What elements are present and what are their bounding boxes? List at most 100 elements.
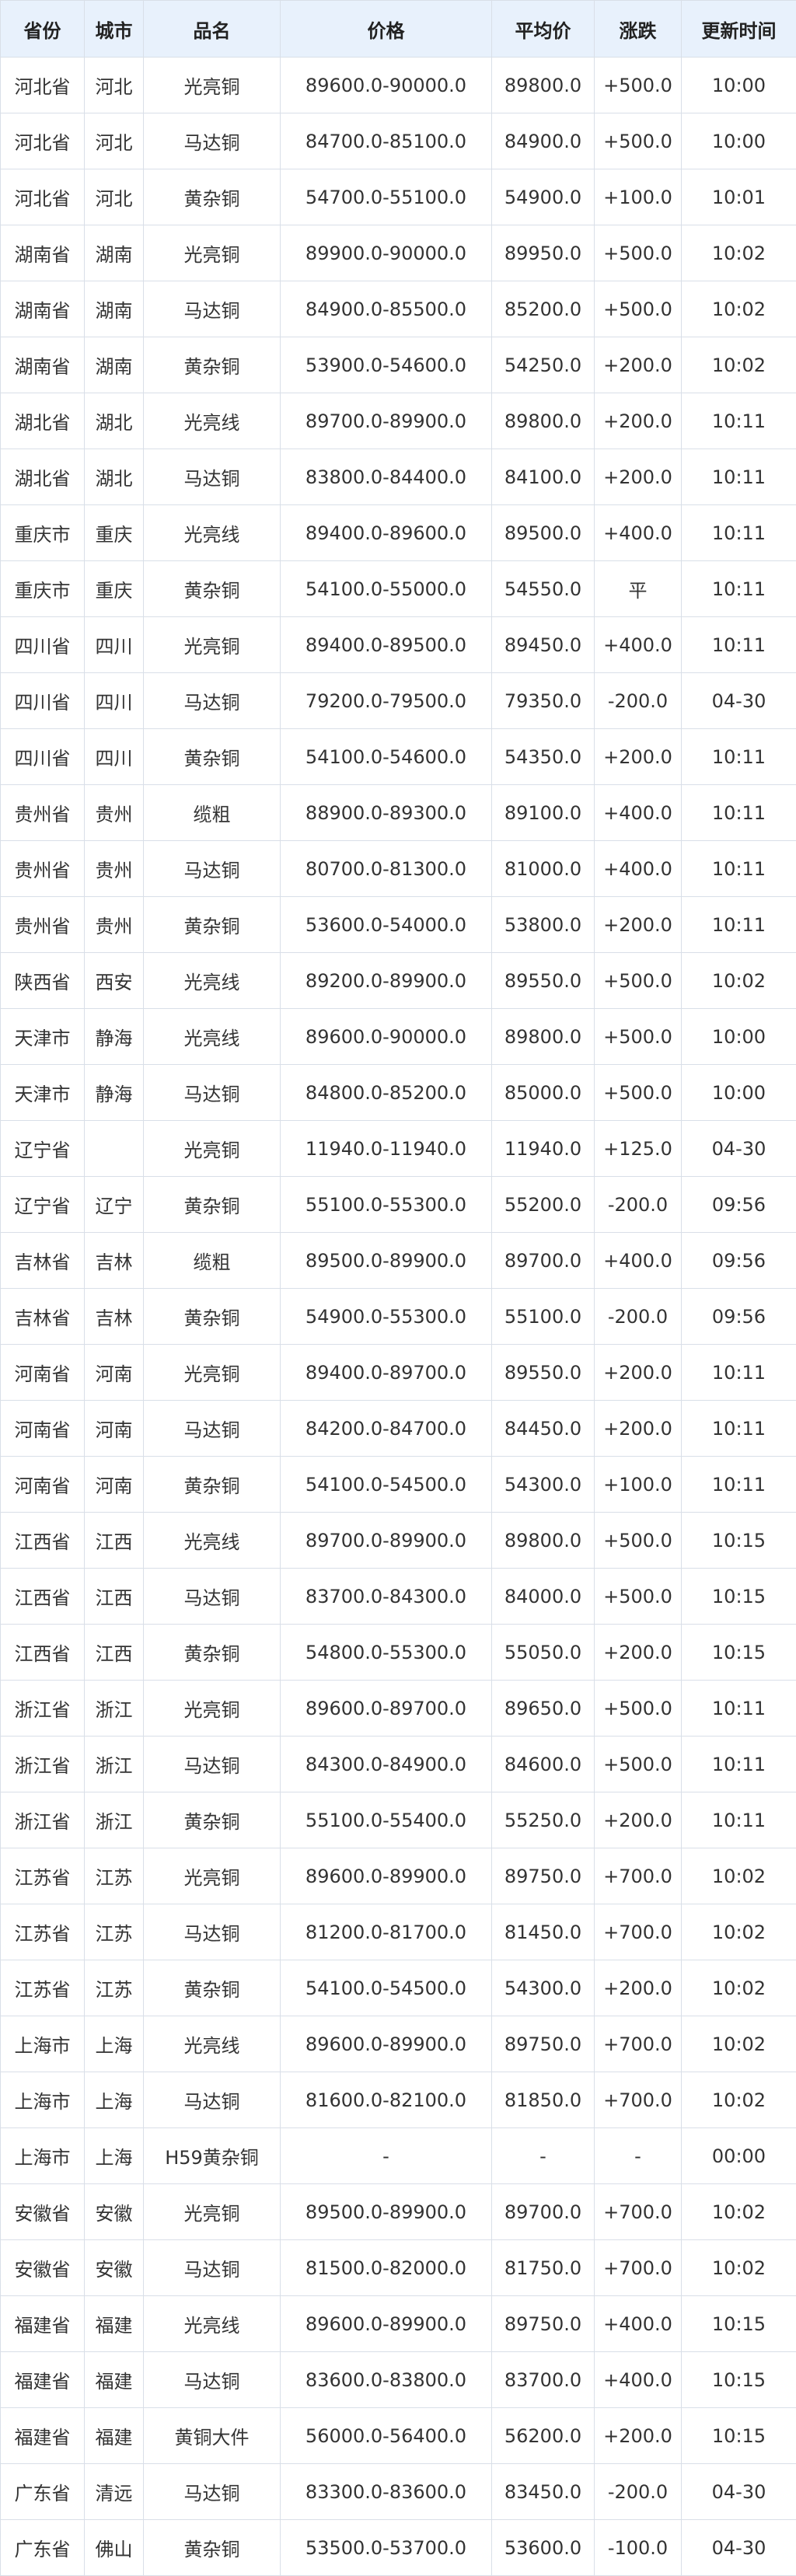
table-row[interactable]: 江西省江西光亮线89700.0-89900.089800.0+500.010:1… <box>1 1513 796 1569</box>
table-row[interactable]: 广东省佛山黄杂铜53500.0-53700.053600.0-100.004-3… <box>1 2520 796 2576</box>
table-row[interactable]: 辽宁省辽宁黄杂铜55100.0-55300.055200.0-200.009:5… <box>1 1177 796 1233</box>
table-row[interactable]: 江苏省江苏光亮铜89600.0-89900.089750.0+700.010:0… <box>1 1848 796 1904</box>
update-time-cell: 10:00 <box>682 58 796 113</box>
change-cell: +500.0 <box>595 1569 682 1625</box>
average-price-cell: 85200.0 <box>492 281 595 337</box>
change-cell: +200.0 <box>595 1345 682 1401</box>
table-row[interactable]: 福建省福建黄铜大件56000.0-56400.056200.0+200.010:… <box>1 2408 796 2464</box>
table-row[interactable]: 广东省清远马达铜83300.0-83600.083450.0-200.004-3… <box>1 2464 796 2520</box>
column-header-average-price[interactable]: 平均价 <box>492 1 595 58</box>
change-cell: +200.0 <box>595 1792 682 1848</box>
average-price-cell: 84600.0 <box>492 1737 595 1792</box>
average-price-cell: 54300.0 <box>492 1960 595 2016</box>
table-row[interactable]: 福建省福建光亮线89600.0-89900.089750.0+400.010:1… <box>1 2296 796 2352</box>
province-cell: 湖南省 <box>1 337 85 393</box>
update-time-cell: 10:02 <box>682 2240 796 2296</box>
column-header-price[interactable]: 价格 <box>281 1 492 58</box>
table-row[interactable]: 江苏省江苏黄杂铜54100.0-54500.054300.0+200.010:0… <box>1 1960 796 2016</box>
product-cell: 光亮铜 <box>144 58 281 113</box>
city-cell: 湖北 <box>85 393 144 449</box>
table-row[interactable]: 重庆市重庆光亮线89400.0-89600.089500.0+400.010:1… <box>1 505 796 561</box>
change-cell: +400.0 <box>595 841 682 897</box>
table-row[interactable]: 四川省四川光亮铜89400.0-89500.089450.0+400.010:1… <box>1 617 796 673</box>
table-row[interactable]: 江西省江西黄杂铜54800.0-55300.055050.0+200.010:1… <box>1 1625 796 1681</box>
column-header-city[interactable]: 城市 <box>85 1 144 58</box>
column-header-change[interactable]: 涨跌 <box>595 1 682 58</box>
table-row[interactable]: 浙江省浙江马达铜84300.0-84900.084600.0+500.010:1… <box>1 1737 796 1792</box>
table-row[interactable]: 湖北省湖北马达铜83800.0-84400.084100.0+200.010:1… <box>1 449 796 505</box>
table-row[interactable]: 天津市静海马达铜84800.0-85200.085000.0+500.010:0… <box>1 1065 796 1121</box>
table-row[interactable]: 浙江省浙江光亮铜89600.0-89700.089650.0+500.010:1… <box>1 1681 796 1737</box>
table-row[interactable]: 湖南省湖南马达铜84900.0-85500.085200.0+500.010:0… <box>1 281 796 337</box>
table-row[interactable]: 上海市上海光亮线89600.0-89900.089750.0+700.010:0… <box>1 2016 796 2072</box>
price-range-cell: 83800.0-84400.0 <box>281 449 492 505</box>
table-row[interactable]: 湖南省湖南黄杂铜53900.0-54600.054250.0+200.010:0… <box>1 337 796 393</box>
table-row[interactable]: 河南省河南光亮铜89400.0-89700.089550.0+200.010:1… <box>1 1345 796 1401</box>
table-row[interactable]: 陕西省西安光亮线89200.0-89900.089550.0+500.010:0… <box>1 953 796 1009</box>
change-cell: +500.0 <box>595 225 682 281</box>
product-cell: 黄杂铜 <box>144 2520 281 2576</box>
average-price-cell: 89800.0 <box>492 393 595 449</box>
table-row[interactable]: 湖北省湖北光亮线89700.0-89900.089800.0+200.010:1… <box>1 393 796 449</box>
price-range-cell: 83700.0-84300.0 <box>281 1569 492 1625</box>
table-row[interactable]: 江苏省江苏马达铜81200.0-81700.081450.0+700.010:0… <box>1 1904 796 1960</box>
column-header-update-time[interactable]: 更新时间 <box>682 1 796 58</box>
table-row[interactable]: 安徽省安徽光亮铜89500.0-89900.089700.0+700.010:0… <box>1 2184 796 2240</box>
change-cell: -200.0 <box>595 2464 682 2520</box>
table-row[interactable]: 江西省江西马达铜83700.0-84300.084000.0+500.010:1… <box>1 1569 796 1625</box>
table-row[interactable]: 河南省河南马达铜84200.0-84700.084450.0+200.010:1… <box>1 1401 796 1457</box>
table-row[interactable]: 贵州省贵州缆粗88900.0-89300.089100.0+400.010:11 <box>1 785 796 841</box>
table-row[interactable]: 四川省四川马达铜79200.0-79500.079350.0-200.004-3… <box>1 673 796 729</box>
table-row[interactable]: 河南省河南黄杂铜54100.0-54500.054300.0+100.010:1… <box>1 1457 796 1513</box>
change-cell: +400.0 <box>595 2296 682 2352</box>
change-cell: -200.0 <box>595 1289 682 1345</box>
city-cell: 佛山 <box>85 2520 144 2576</box>
change-cell: +200.0 <box>595 449 682 505</box>
table-row[interactable]: 湖南省湖南光亮铜89900.0-90000.089950.0+500.010:0… <box>1 225 796 281</box>
product-cell: 黄杂铜 <box>144 1177 281 1233</box>
average-price-cell: 83450.0 <box>492 2464 595 2520</box>
table-row[interactable]: 安徽省安徽马达铜81500.0-82000.081750.0+700.010:0… <box>1 2240 796 2296</box>
average-price-cell: 84450.0 <box>492 1401 595 1457</box>
price-range-cell: 54100.0-55000.0 <box>281 561 492 617</box>
table-row[interactable]: 贵州省贵州黄杂铜53600.0-54000.053800.0+200.010:1… <box>1 897 796 953</box>
update-time-cell: 10:11 <box>682 561 796 617</box>
city-cell: 河北 <box>85 169 144 225</box>
table-row[interactable]: 辽宁省光亮铜11940.0-11940.011940.0+125.004-30 <box>1 1121 796 1177</box>
product-cell: 黄杂铜 <box>144 337 281 393</box>
province-cell: 辽宁省 <box>1 1177 85 1233</box>
average-price-cell: 89800.0 <box>492 1009 595 1065</box>
update-time-cell: 10:11 <box>682 1457 796 1513</box>
table-row[interactable]: 上海市上海H59黄杂铜---00:00 <box>1 2128 796 2184</box>
change-cell: +400.0 <box>595 1233 682 1289</box>
average-price-cell: 81450.0 <box>492 1904 595 1960</box>
update-time-cell: 10:11 <box>682 1401 796 1457</box>
price-range-cell: 89400.0-89500.0 <box>281 617 492 673</box>
column-header-province[interactable]: 省份 <box>1 1 85 58</box>
table-row[interactable]: 河北省河北光亮铜89600.0-90000.089800.0+500.010:0… <box>1 58 796 113</box>
table-row[interactable]: 浙江省浙江黄杂铜55100.0-55400.055250.0+200.010:1… <box>1 1792 796 1848</box>
change-cell: +700.0 <box>595 2072 682 2128</box>
table-row[interactable]: 吉林省吉林缆粗89500.0-89900.089700.0+400.009:56 <box>1 1233 796 1289</box>
table-row[interactable]: 福建省福建马达铜83600.0-83800.083700.0+400.010:1… <box>1 2352 796 2408</box>
product-cell: 马达铜 <box>144 449 281 505</box>
table-row[interactable]: 河北省河北马达铜84700.0-85100.084900.0+500.010:0… <box>1 113 796 169</box>
city-cell: 河南 <box>85 1401 144 1457</box>
table-row[interactable]: 上海市上海马达铜81600.0-82100.081850.0+700.010:0… <box>1 2072 796 2128</box>
column-header-product[interactable]: 品名 <box>144 1 281 58</box>
city-cell: 福建 <box>85 2352 144 2408</box>
table-row[interactable]: 天津市静海光亮线89600.0-90000.089800.0+500.010:0… <box>1 1009 796 1065</box>
price-range-cell: 81600.0-82100.0 <box>281 2072 492 2128</box>
table-row[interactable]: 吉林省吉林黄杂铜54900.0-55300.055100.0-200.009:5… <box>1 1289 796 1345</box>
change-cell: -100.0 <box>595 2520 682 2576</box>
table-row[interactable]: 四川省四川黄杂铜54100.0-54600.054350.0+200.010:1… <box>1 729 796 785</box>
province-cell: 河南省 <box>1 1401 85 1457</box>
price-range-cell: 80700.0-81300.0 <box>281 841 492 897</box>
table-row[interactable]: 河北省河北黄杂铜54700.0-55100.054900.0+100.010:0… <box>1 169 796 225</box>
city-cell: 四川 <box>85 617 144 673</box>
province-cell: 贵州省 <box>1 841 85 897</box>
average-price-cell: 81750.0 <box>492 2240 595 2296</box>
city-cell: 辽宁 <box>85 1177 144 1233</box>
table-row[interactable]: 重庆市重庆黄杂铜54100.0-55000.054550.0平10:11 <box>1 561 796 617</box>
table-row[interactable]: 贵州省贵州马达铜80700.0-81300.081000.0+400.010:1… <box>1 841 796 897</box>
